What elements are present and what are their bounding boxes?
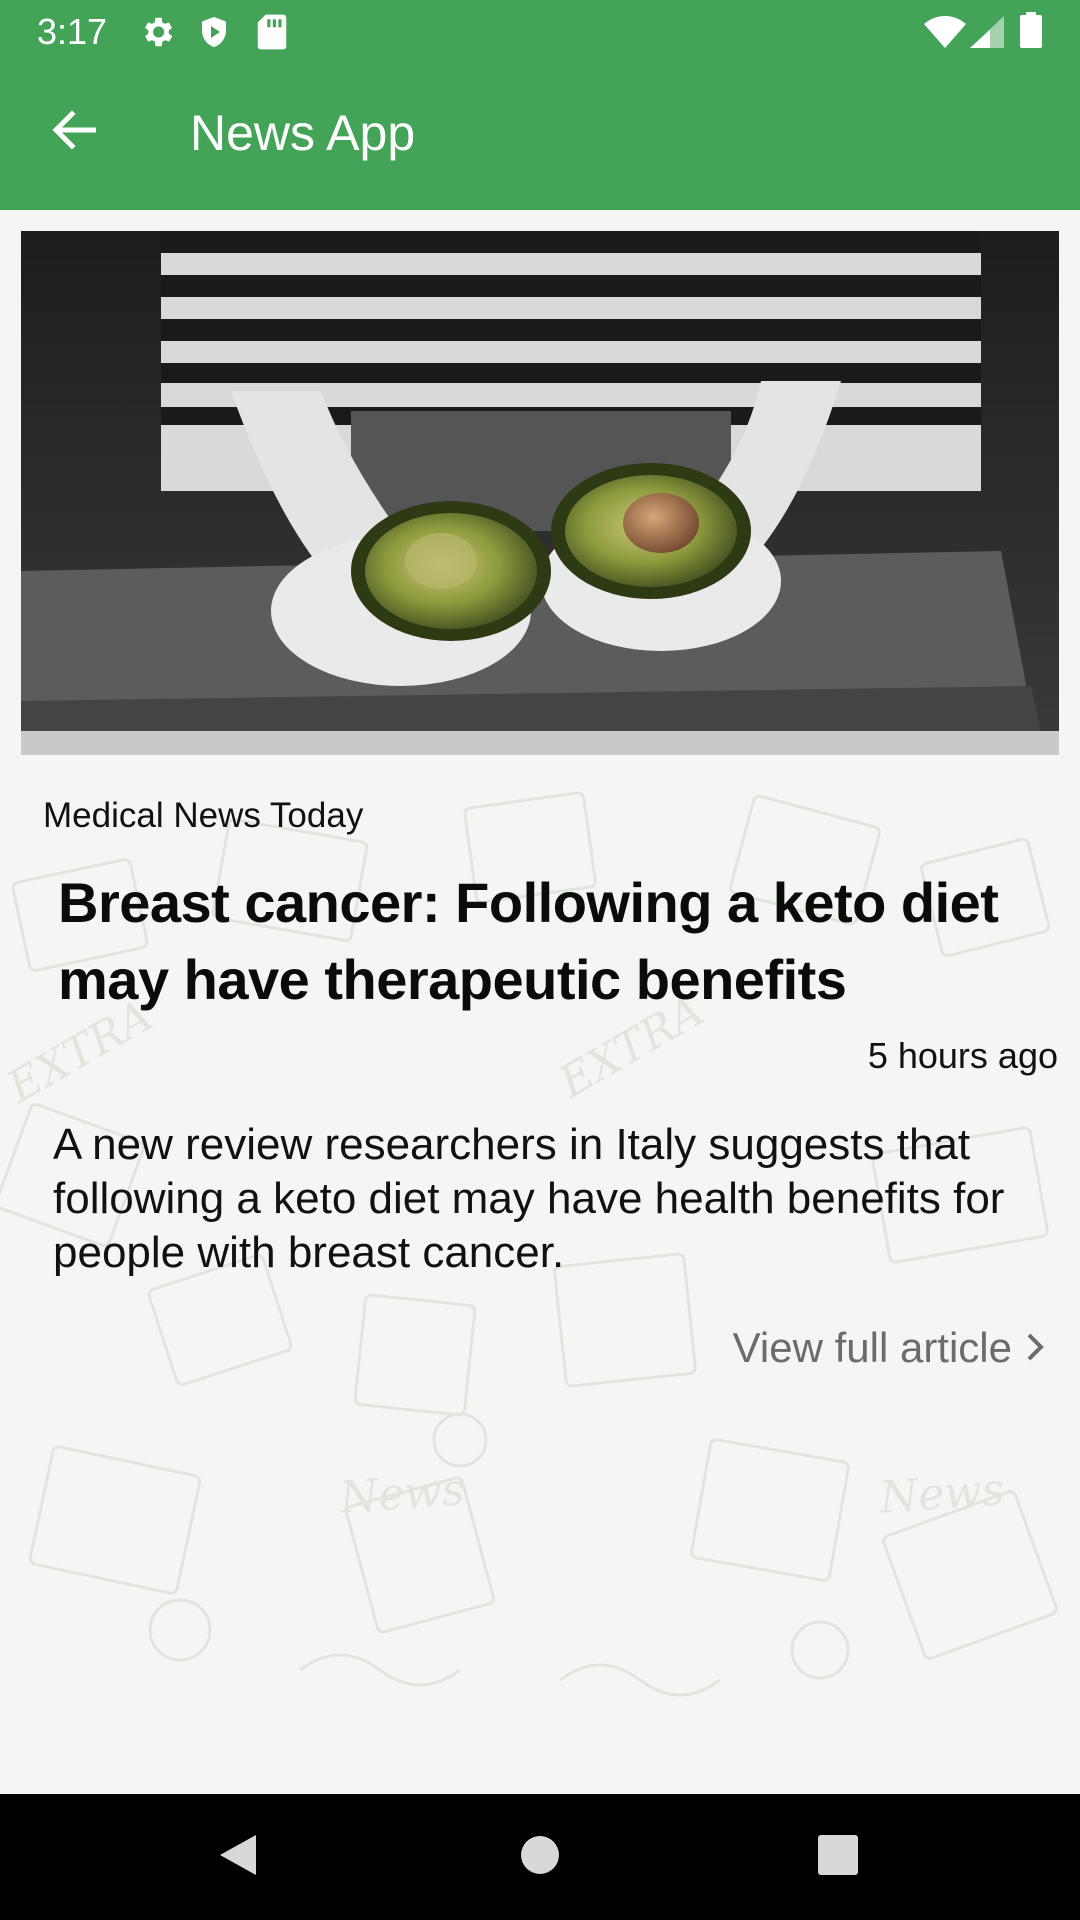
article-detail[interactable]: News News EXTRA EXTRA Medical News Today… xyxy=(0,210,1080,1794)
signal-icon xyxy=(970,16,1004,53)
system-navigation-bar xyxy=(0,1794,1080,1920)
shield-icon xyxy=(196,13,232,56)
chevron-right-icon xyxy=(1026,1322,1044,1374)
article-source: Medical News Today xyxy=(43,796,364,835)
status-bar: 3:17 xyxy=(0,0,1080,63)
nav-home-button[interactable] xyxy=(510,1827,570,1887)
app-bar: News App xyxy=(0,63,1080,210)
article-image xyxy=(21,231,1059,755)
status-time: 3:17 xyxy=(37,11,108,52)
view-full-article-label: View full article xyxy=(732,1324,1012,1371)
arrow-left-icon xyxy=(52,109,97,155)
article-headline: Breast cancer: Following a keto diet may… xyxy=(58,871,999,1011)
home-circle-icon xyxy=(519,1834,561,1881)
recents-square-icon xyxy=(817,1834,859,1881)
back-triangle-icon xyxy=(216,1831,260,1884)
battery-icon xyxy=(1020,12,1042,53)
back-button[interactable] xyxy=(38,104,110,160)
app-title: News App xyxy=(190,105,416,161)
view-full-article-link[interactable]: View full article xyxy=(733,1322,1044,1374)
article-summary: A new review researchers in Italy sugges… xyxy=(53,1120,1005,1277)
gear-icon xyxy=(138,13,176,56)
nav-back-button[interactable] xyxy=(208,1827,268,1887)
svg-text:News: News xyxy=(877,1464,1006,1524)
wifi-icon xyxy=(924,16,966,53)
svg-text:News: News xyxy=(337,1464,466,1524)
nav-recents-button[interactable] xyxy=(808,1827,868,1887)
article-timestamp: 5 hours ago xyxy=(867,1035,1058,1076)
sd-card-icon xyxy=(256,13,288,56)
